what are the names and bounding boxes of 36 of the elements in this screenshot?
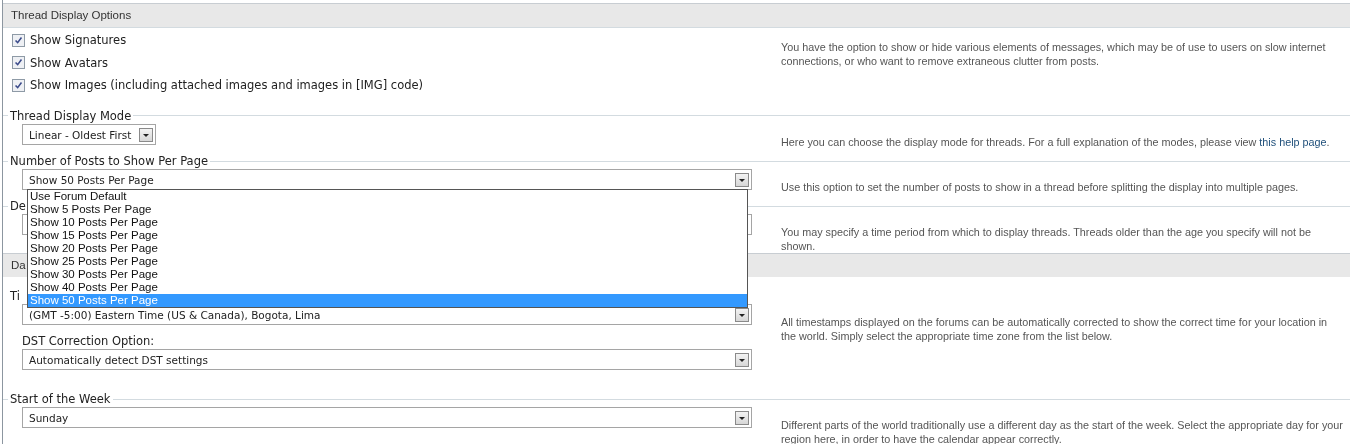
description-text: Use this option to set the number of posts to show in a thread before splitting the display into multiple pages. — [781, 180, 1300, 194]
dropdown-option[interactable]: Show 25 Posts Per Page — [28, 255, 747, 268]
dropdown-option[interactable]: Show 10 Posts Per Page — [28, 216, 747, 229]
setting-label: Start of the Week — [9, 392, 112, 406]
checkbox[interactable] — [12, 33, 25, 47]
caret-icon — [735, 352, 749, 367]
dropdown-option[interactable]: Show 5 Posts Per Page — [28, 203, 747, 216]
description-text: You have the option to show or hide various elements of messages, which may be of use to users on slow internet connections, or who want to remove extraneous clutter from posts. — [781, 40, 1327, 68]
caret-icon — [735, 172, 749, 187]
help-link[interactable]: this help page — [1259, 135, 1327, 148]
dropdown-option[interactable]: Show 40 Posts Per Page — [28, 281, 747, 294]
field-label: DST Correction Option: — [22, 334, 156, 348]
checkmark-icon — [13, 57, 24, 69]
dropdown-option[interactable]: Use Forum Default — [28, 190, 747, 203]
select-field[interactable]: Linear - Oldest First — [22, 124, 157, 145]
setting-label: De — [9, 199, 27, 213]
description-text: Here you can choose the display mode for threads. For a full explanation of the modes, please view this help page. — [781, 134, 1331, 149]
checkbox[interactable] — [12, 78, 25, 92]
checkbox-label: Show Signatures — [30, 33, 127, 48]
dropdown-option[interactable]: Show 15 Posts Per Page — [28, 229, 747, 242]
section-header: Thread Display Options — [3, 3, 1350, 27]
caret-icon — [735, 307, 749, 322]
caret-icon — [735, 410, 749, 425]
dropdown-option[interactable]: Show 20 Posts Per Page — [28, 242, 747, 255]
description-text: All timestamps displayed on the forums can be automatically corrected to show the correct time for your location in the world. Simply select the appropriate time zone from the list below. — [781, 315, 1329, 343]
caret-icon — [139, 127, 154, 142]
checkbox[interactable] — [12, 56, 25, 70]
checkbox-label: Show Images (including attached images and images in [IMG] code) — [30, 78, 424, 93]
select-field[interactable]: Automatically detect DST settings — [22, 349, 752, 370]
description-text: You may specify a time period from which to display threads. Threads older than the age you specify will not be shown. — [781, 225, 1312, 253]
setting-label: Thread Display Mode — [9, 108, 133, 123]
checkbox-label: Show Avatars — [30, 55, 108, 70]
select-field[interactable]: Sunday — [22, 407, 752, 428]
setting-label: Number of Posts to Show Per Page — [9, 154, 209, 168]
select-field[interactable]: Show 50 Posts Per Page — [22, 169, 752, 190]
setting-label: Ti — [9, 289, 21, 303]
